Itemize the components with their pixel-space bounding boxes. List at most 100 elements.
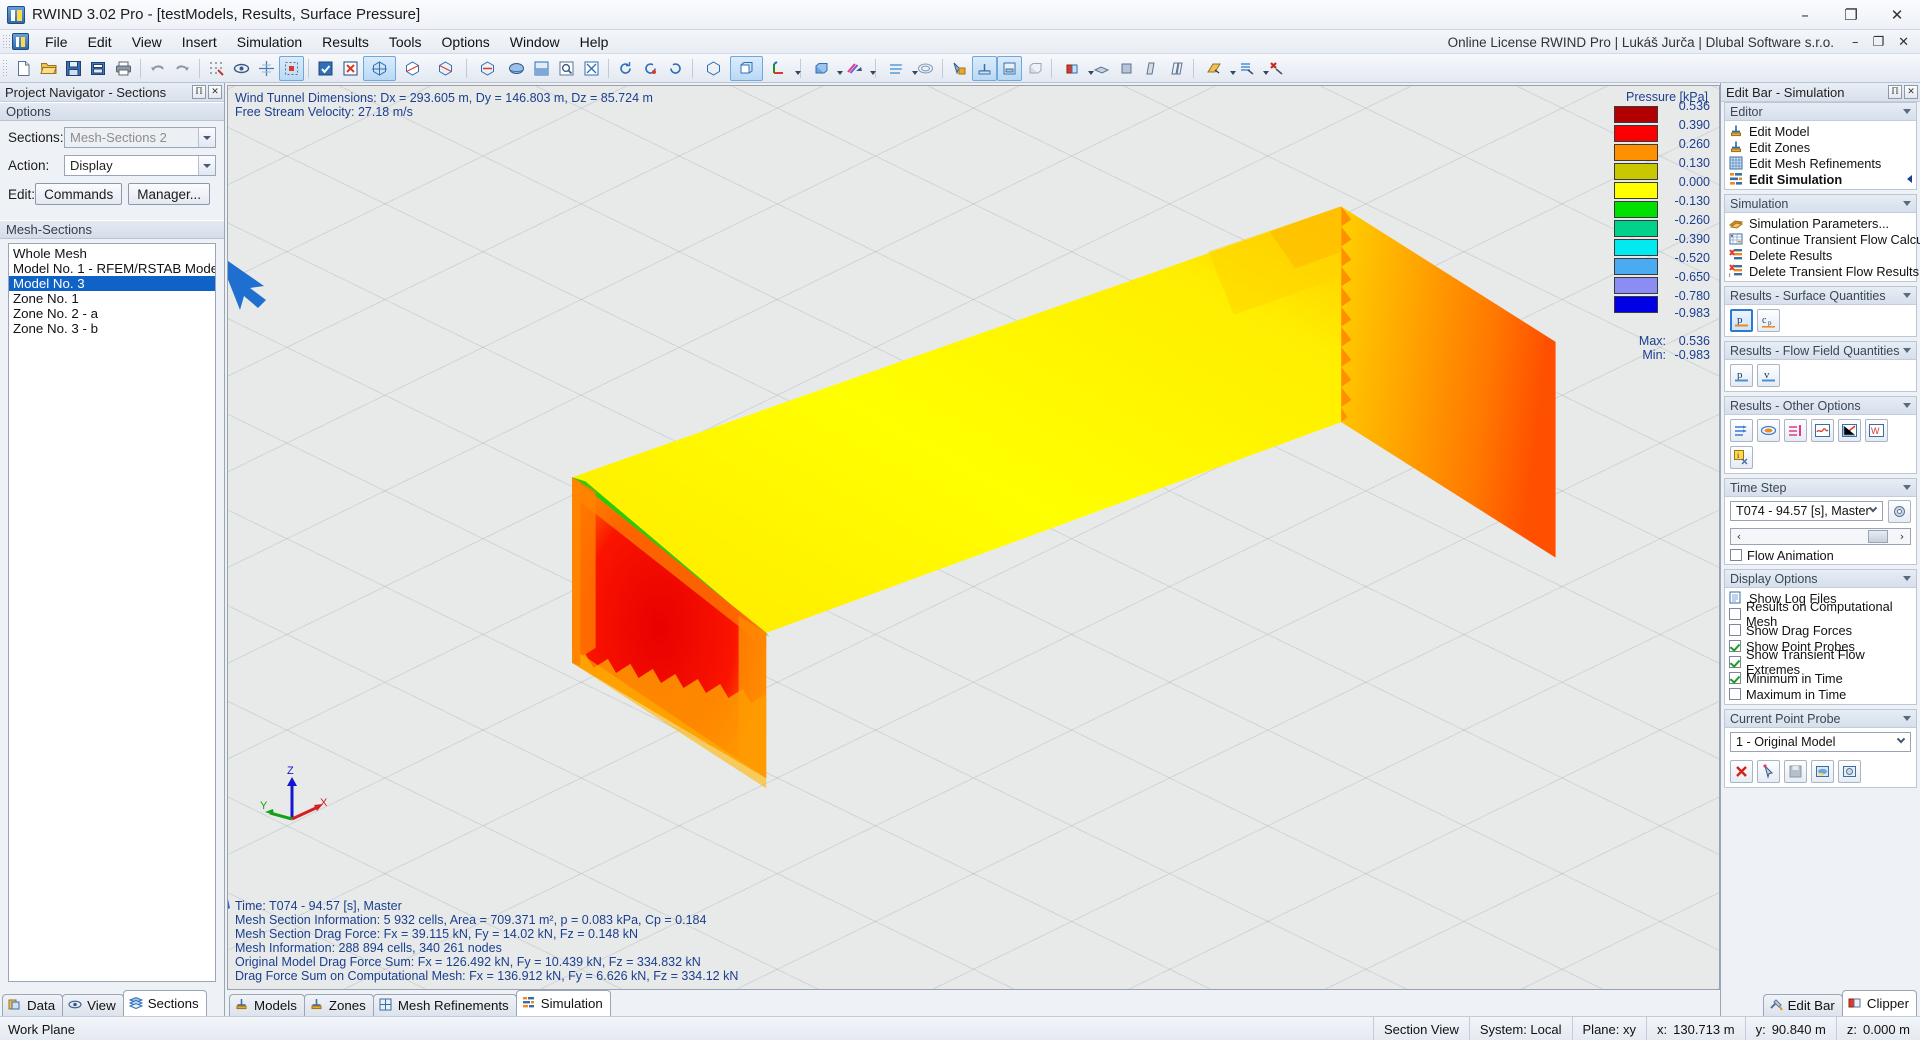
surface-results-icon[interactable]	[997, 55, 1022, 81]
show-transient-flow-extremes-row[interactable]: Show Transient Flow Extremes	[1725, 647, 1916, 677]
streamlines-toolbar-icon[interactable]	[880, 56, 918, 81]
axis-display-icon[interactable]	[763, 56, 801, 81]
edit-mesh-refinements-item[interactable]: Edit Mesh Refinements	[1725, 155, 1916, 171]
chevron-down-icon[interactable]	[1903, 576, 1911, 581]
menu-item-file[interactable]: File	[35, 31, 78, 53]
show-drag-forces-checkbox[interactable]	[1729, 624, 1741, 636]
toolbar-grip[interactable]	[2, 59, 8, 77]
slider-thumb[interactable]	[1868, 530, 1888, 543]
render-probe-icon[interactable]	[1811, 760, 1834, 783]
info-cut-icon[interactable]: i	[1730, 446, 1753, 469]
tab-clipper[interactable]: Clipper	[1841, 990, 1917, 1016]
dropdown-arrow-icon[interactable]	[870, 70, 876, 75]
pressure-surface-model[interactable]	[228, 86, 1719, 989]
menu-item-simulation[interactable]: Simulation	[227, 31, 312, 53]
simulation-section-header[interactable]: Simulation	[1725, 195, 1916, 213]
probe-icon[interactable]	[947, 56, 972, 81]
results-on-computational-mesh-checkbox[interactable]	[1729, 608, 1741, 620]
current-point-probe-combo[interactable]: 1 - Original Model	[1730, 732, 1911, 752]
dropdown-arrow-icon[interactable]	[795, 70, 801, 75]
rotate-view-icon[interactable]	[613, 56, 638, 81]
menu-item-edit[interactable]: Edit	[78, 31, 122, 53]
chart-icon[interactable]	[1838, 419, 1861, 442]
rotate-view-2-icon[interactable]	[638, 56, 663, 81]
undo-icon[interactable]	[145, 56, 170, 81]
select-all-icon[interactable]	[313, 56, 338, 81]
maximum-in-time-checkbox[interactable]	[1729, 688, 1741, 700]
menu-item-tools[interactable]: Tools	[379, 31, 432, 53]
manager-button[interactable]: Manager...	[128, 183, 210, 205]
navigator-pin-button[interactable]: ℿ	[192, 85, 206, 99]
selection-rect-icon[interactable]	[279, 55, 304, 81]
save-icon[interactable]	[61, 56, 86, 81]
menu-grip[interactable]	[2, 33, 10, 50]
tab-sections[interactable]: Sections	[122, 990, 207, 1016]
chevron-down-icon[interactable]	[1903, 348, 1911, 353]
transparency-icon[interactable]	[1022, 56, 1047, 81]
delete-section-icon[interactable]	[1264, 56, 1289, 81]
fill-surface-icon[interactable]	[1114, 56, 1139, 81]
simulation-parameters-item[interactable]: Simulation Parameters...	[1725, 215, 1916, 231]
minimize-button[interactable]: –	[1782, 0, 1828, 30]
delete-transient-results-item[interactable]: t Delete Transient Flow Results...	[1725, 263, 1920, 279]
settings-probe-icon[interactable]	[1838, 760, 1861, 783]
render-hidden-icon[interactable]	[429, 56, 462, 81]
doc-minimize-button[interactable]: –	[1845, 35, 1866, 50]
action-combo[interactable]: Display	[64, 155, 216, 176]
streamlines-icon[interactable]	[1730, 419, 1753, 442]
cut-plane-2-icon[interactable]	[1164, 56, 1189, 81]
chevron-down-icon[interactable]	[1903, 716, 1911, 721]
iso-toolbar-icon[interactable]	[913, 56, 938, 81]
object-snap-icon[interactable]	[229, 56, 254, 81]
show-transient-flow-extremes-checkbox[interactable]	[1729, 656, 1741, 668]
chevron-down-icon[interactable]	[1903, 109, 1911, 114]
section-view-status[interactable]: Section View	[1372, 1016, 1469, 1040]
flow-animation-checkbox[interactable]	[1730, 549, 1742, 561]
word-report-icon[interactable]: W	[1865, 419, 1888, 442]
tab-mesh-refinements[interactable]: Mesh Refinements	[372, 994, 517, 1016]
view-box-icon[interactable]	[697, 56, 730, 81]
results-on-computational-mesh-row[interactable]: Results on Computational Mesh	[1725, 599, 1916, 629]
tab-simulation[interactable]: Simulation	[515, 990, 611, 1016]
deselect-all-icon[interactable]	[338, 56, 363, 81]
list-item[interactable]: Zone No. 2 - a	[9, 306, 215, 321]
menu-item-window[interactable]: Window	[500, 31, 570, 53]
mesh-sections-list[interactable]: Whole Mesh Model No. 1 - RFEM/RSTAB Mode…	[8, 243, 216, 982]
pick-probe-icon[interactable]	[1757, 760, 1780, 783]
list-item[interactable]: Zone No. 3 - b	[9, 321, 215, 336]
print-icon[interactable]	[111, 56, 136, 81]
chevron-down-icon[interactable]	[1903, 485, 1911, 490]
menu-item-results[interactable]: Results	[312, 31, 379, 53]
list-item[interactable]: Zone No. 1	[9, 291, 215, 306]
3d-viewport[interactable]: Wind Tunnel Dimensions: Dx = 293.605 m, …	[227, 85, 1720, 990]
plane-select-icon[interactable]	[1198, 56, 1236, 81]
doc-close-button[interactable]: ✕	[1891, 35, 1916, 50]
flow-field-quantities-header[interactable]: Results - Flow Field Quantities	[1725, 342, 1916, 360]
result-diagram-icon[interactable]	[1811, 419, 1834, 442]
show-point-probes-checkbox[interactable]	[1729, 640, 1741, 652]
slider-prev-button[interactable]: ‹	[1731, 530, 1747, 543]
clipper-toolbar-icon[interactable]	[1056, 56, 1094, 81]
save-probe-icon[interactable]	[1784, 760, 1807, 783]
list-item[interactable]: Whole Mesh	[9, 246, 215, 261]
editor-section-header[interactable]: Editor	[1725, 103, 1916, 121]
delete-results-item[interactable]: Delete Results	[1725, 247, 1916, 263]
slider-next-button[interactable]: ›	[1894, 530, 1910, 543]
section-plane-icon[interactable]	[1089, 56, 1114, 81]
time-step-slider[interactable]: ‹ ›	[1730, 528, 1911, 545]
menu-item-options[interactable]: Options	[432, 31, 500, 53]
tab-data[interactable]: Data	[2, 994, 64, 1016]
navigator-close-button[interactable]: ✕	[208, 85, 222, 99]
time-step-combo[interactable]: T074 - 94.57 [s], Master	[1730, 501, 1883, 521]
system-status[interactable]: System: Local	[1468, 1016, 1572, 1040]
editbar-close-button[interactable]: ✕	[1904, 85, 1918, 99]
minimum-in-time-checkbox[interactable]	[1729, 672, 1741, 684]
time-step-settings-button[interactable]	[1888, 499, 1911, 523]
surface-quantities-header[interactable]: Results - Surface Quantities	[1725, 287, 1916, 305]
delete-probe-icon[interactable]	[1730, 760, 1753, 783]
new-file-icon[interactable]	[11, 56, 36, 81]
view-iso-icon[interactable]	[471, 56, 504, 81]
current-point-probe-header[interactable]: Current Point Probe	[1725, 710, 1916, 728]
display-options-header[interactable]: Display Options	[1725, 570, 1916, 588]
zoom-window-icon[interactable]	[554, 56, 579, 81]
